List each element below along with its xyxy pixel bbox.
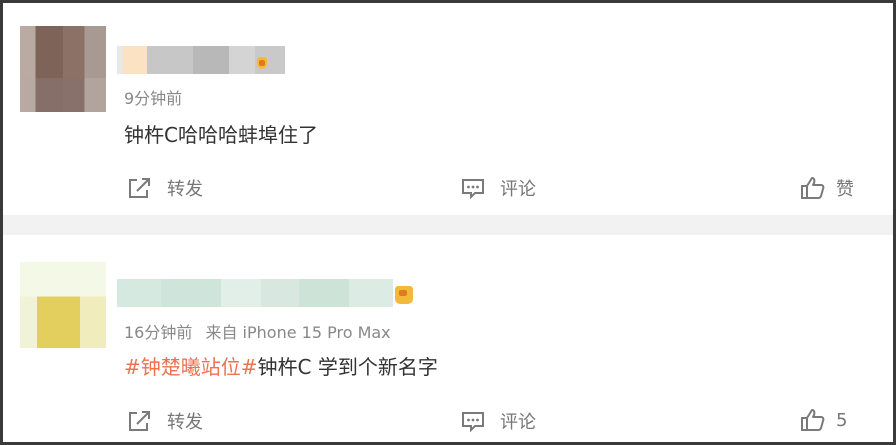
comment-text: 钟杵C哈哈哈蚌埠住了 (124, 119, 318, 148)
comment-device: 来自 iPhone 15 Pro Max (205, 323, 391, 342)
repost-label: 转发 (167, 412, 203, 433)
avatar[interactable] (20, 26, 106, 112)
comment-card: 16分钟前 来自 iPhone 15 Pro Max #钟楚曦站位#钟杵C 学到… (3, 235, 893, 442)
comment-body: 钟杵C 学到个新名字 (257, 355, 438, 379)
comment-button[interactable]: 评论 (460, 175, 536, 201)
comment-card: 9分钟前 钟杵C哈哈哈蚌埠住了 转发 评论 赞 (3, 3, 893, 213)
comment-icon (462, 179, 484, 200)
vip-crown-icon (257, 57, 267, 69)
repost-label: 转发 (167, 179, 203, 200)
like-icon (801, 177, 825, 199)
like-button[interactable]: 5 (800, 408, 847, 432)
like-count: 5 (836, 409, 848, 431)
like-button[interactable]: 赞 (800, 175, 854, 201)
comment-list: 9分钟前 钟杵C哈哈哈蚌埠住了 转发 评论 赞 16分钟前 来自 iPhone … (0, 0, 896, 445)
comment-text: #钟楚曦站位#钟杵C 学到个新名字 (124, 351, 438, 380)
comment-icon (462, 412, 484, 433)
repost-icon (129, 178, 150, 198)
comment-label: 评论 (500, 412, 536, 433)
vip-crown-icon (395, 286, 413, 304)
repost-icon (129, 411, 150, 431)
comment-body: 钟杵C哈哈哈蚌埠住了 (124, 123, 318, 147)
comment-button[interactable]: 评论 (460, 408, 536, 434)
comment-time: 16分钟前 (124, 323, 193, 342)
like-label: 赞 (836, 179, 854, 200)
comment-meta: 9分钟前 (124, 85, 182, 109)
like-icon (801, 409, 825, 431)
repost-button[interactable]: 转发 (127, 408, 203, 434)
hashtag-link[interactable]: #钟楚曦站位# (124, 355, 258, 379)
comment-label: 评论 (500, 179, 536, 200)
username-blurred[interactable] (117, 279, 393, 307)
comment-meta: 16分钟前 来自 iPhone 15 Pro Max (124, 319, 391, 343)
avatar[interactable] (20, 262, 106, 348)
repost-button[interactable]: 转发 (127, 175, 203, 201)
comment-separator (3, 215, 893, 235)
comment-time: 9分钟前 (124, 89, 183, 108)
